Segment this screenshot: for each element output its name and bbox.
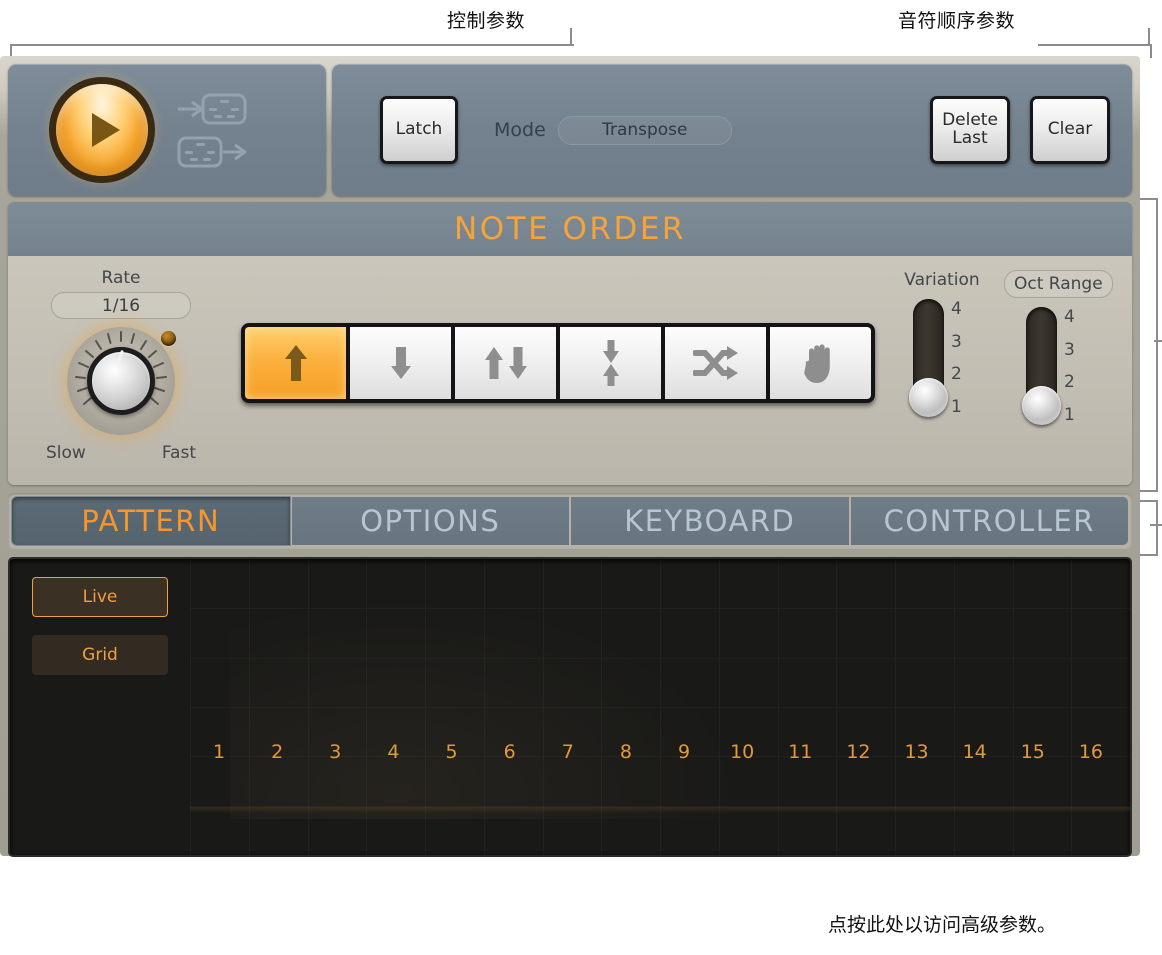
bracket-note-order-section-leader [1154,340,1162,342]
oct-range-tick-4: 4 [1064,307,1075,327]
oct-range-slider-knob[interactable] [1022,386,1061,425]
note-order-title: NOTE ORDER [8,202,1132,256]
rate-control-group: Rate 1/16 Slow Fast [46,268,196,463]
midi-icon-group [176,92,248,169]
step-number[interactable]: 11 [771,741,829,763]
rate-max-label: Fast [161,443,196,463]
play-icon [91,113,120,147]
annotation-advanced-hint: 点按此处以访问高级参数。 [828,914,1057,936]
annotation-control-params: 控制参数 [447,10,526,32]
arpeggiator-plugin-window: Latch Mode Transpose Delete Last Clear N… [0,56,1140,857]
delete-last-label-line2: Last [952,128,988,148]
arrow-up-icon [284,345,307,381]
annotation-note-order-params: 音符顺序参数 [898,10,1016,32]
bracket-note-order-section [1138,198,1158,492]
bracket-tabs-section-leader [1150,524,1162,526]
pattern-gridline-horizontal [190,608,1130,609]
pattern-gridline [1130,559,1131,855]
direction-button-random[interactable] [665,327,770,399]
live-button[interactable]: Live [32,577,168,617]
variation-tick-2: 2 [951,364,962,385]
mode-control: Mode Transpose [494,115,732,145]
direction-button-up-down[interactable] [455,327,560,399]
variation-tick-1: 1 [951,396,962,417]
tab-pattern[interactable]: PATTERN [12,497,290,545]
step-number[interactable]: 10 [713,741,771,763]
oct-range-label[interactable]: Oct Range [1004,270,1113,298]
variation-slider-scale: 4 3 2 1 [951,299,962,417]
step-number[interactable]: 5 [423,741,481,763]
direction-button-manual[interactable] [770,327,871,399]
step-number[interactable]: 7 [539,741,597,763]
oct-range-tick-1: 1 [1064,404,1075,425]
rate-min-label: Slow [46,443,86,463]
mode-value-field[interactable]: Transpose [557,115,732,145]
pattern-gridline-horizontal [190,707,1130,708]
rate-scale: Slow Fast [46,443,196,463]
transport-panel [8,64,326,196]
shuffle-icon [692,346,738,380]
clear-button[interactable]: Clear [1030,96,1110,164]
direction-button-down[interactable] [350,327,455,399]
tab-keyboard[interactable]: KEYBOARD [571,497,849,545]
step-number[interactable]: 4 [364,741,422,763]
variation-slider[interactable]: 4 3 2 1 [901,299,983,419]
midi-out-icon[interactable] [176,135,248,169]
step-number[interactable]: 15 [1004,741,1062,763]
control-action-buttons: Delete Last Clear [930,96,1110,164]
live-grid-selector: Live Grid [32,577,168,675]
variation-slider-knob[interactable] [909,378,948,417]
bracket-tabs-section [1138,500,1158,556]
delete-last-button[interactable]: Delete Last [930,96,1010,164]
oct-range-tick-3: 3 [1064,339,1075,360]
pattern-panel: Live Grid 1 2 3 4 5 6 7 8 9 10 11 12 13 … [8,557,1132,857]
note-order-direction-buttons [241,323,875,403]
arrow-inward-icon [602,340,619,386]
tab-options[interactable]: OPTIONS [291,497,569,545]
direction-button-outside-in[interactable] [560,327,665,399]
step-number[interactable]: 9 [655,741,713,763]
bracket-control-params-leader [570,28,572,46]
oct-range-slider[interactable]: 4 3 2 1 [1014,307,1096,427]
step-number[interactable]: 2 [248,741,306,763]
direction-button-up[interactable] [245,327,350,399]
midi-in-icon[interactable] [176,92,248,126]
control-parameters-panel: Latch Mode Transpose Delete Last Clear [332,64,1132,196]
oct-range-tick-2: 2 [1064,372,1075,393]
pattern-baseline [190,807,1130,813]
rate-knob[interactable] [58,325,184,441]
note-order-body: Rate 1/16 Slow Fast Variation 4 3 2 1 Oc… [8,256,1132,485]
hand-icon [803,344,830,383]
tab-controller[interactable]: CONTROLLER [850,497,1128,545]
variation-slider-group: Variation 4 3 2 1 [901,270,983,419]
variation-tick-4: 4 [951,299,962,319]
step-number[interactable]: 14 [946,741,1004,763]
rate-label: Rate [101,268,141,288]
step-number[interactable]: 16 [1062,741,1120,763]
variation-label: Variation [904,270,980,290]
oct-range-slider-scale: 4 3 2 1 [1064,307,1075,425]
top-row: Latch Mode Transpose Delete Last Clear [8,64,1132,196]
step-number[interactable]: 3 [306,741,364,763]
oct-range-slider-group: Oct Range 4 3 2 1 [1004,270,1113,427]
step-number[interactable]: 8 [597,741,655,763]
arrow-down-icon [390,347,411,379]
note-order-section: NOTE ORDER Rate 1/16 Slow Fast Variation… [8,202,1132,485]
play-button[interactable] [56,84,148,176]
tab-bar: PATTERN OPTIONS KEYBOARD CONTROLLER [8,493,1132,549]
pattern-gridline-horizontal [190,658,1130,659]
rate-value-field[interactable]: 1/16 [51,292,191,319]
step-number[interactable]: 6 [481,741,539,763]
latch-button[interactable]: Latch [380,96,458,164]
bracket-note-order-params-leader [1148,28,1150,46]
rate-led-icon [161,331,176,346]
variation-tick-3: 3 [951,331,962,352]
step-number[interactable]: 13 [888,741,946,763]
pattern-step-numbers: 1 2 3 4 5 6 7 8 9 10 11 12 13 14 15 16 [190,741,1120,763]
mode-label: Mode [494,119,546,141]
grid-button[interactable]: Grid [32,635,168,675]
step-number[interactable]: 12 [829,741,887,763]
arrow-up-down-icon [484,347,527,379]
step-number[interactable]: 1 [190,741,248,763]
